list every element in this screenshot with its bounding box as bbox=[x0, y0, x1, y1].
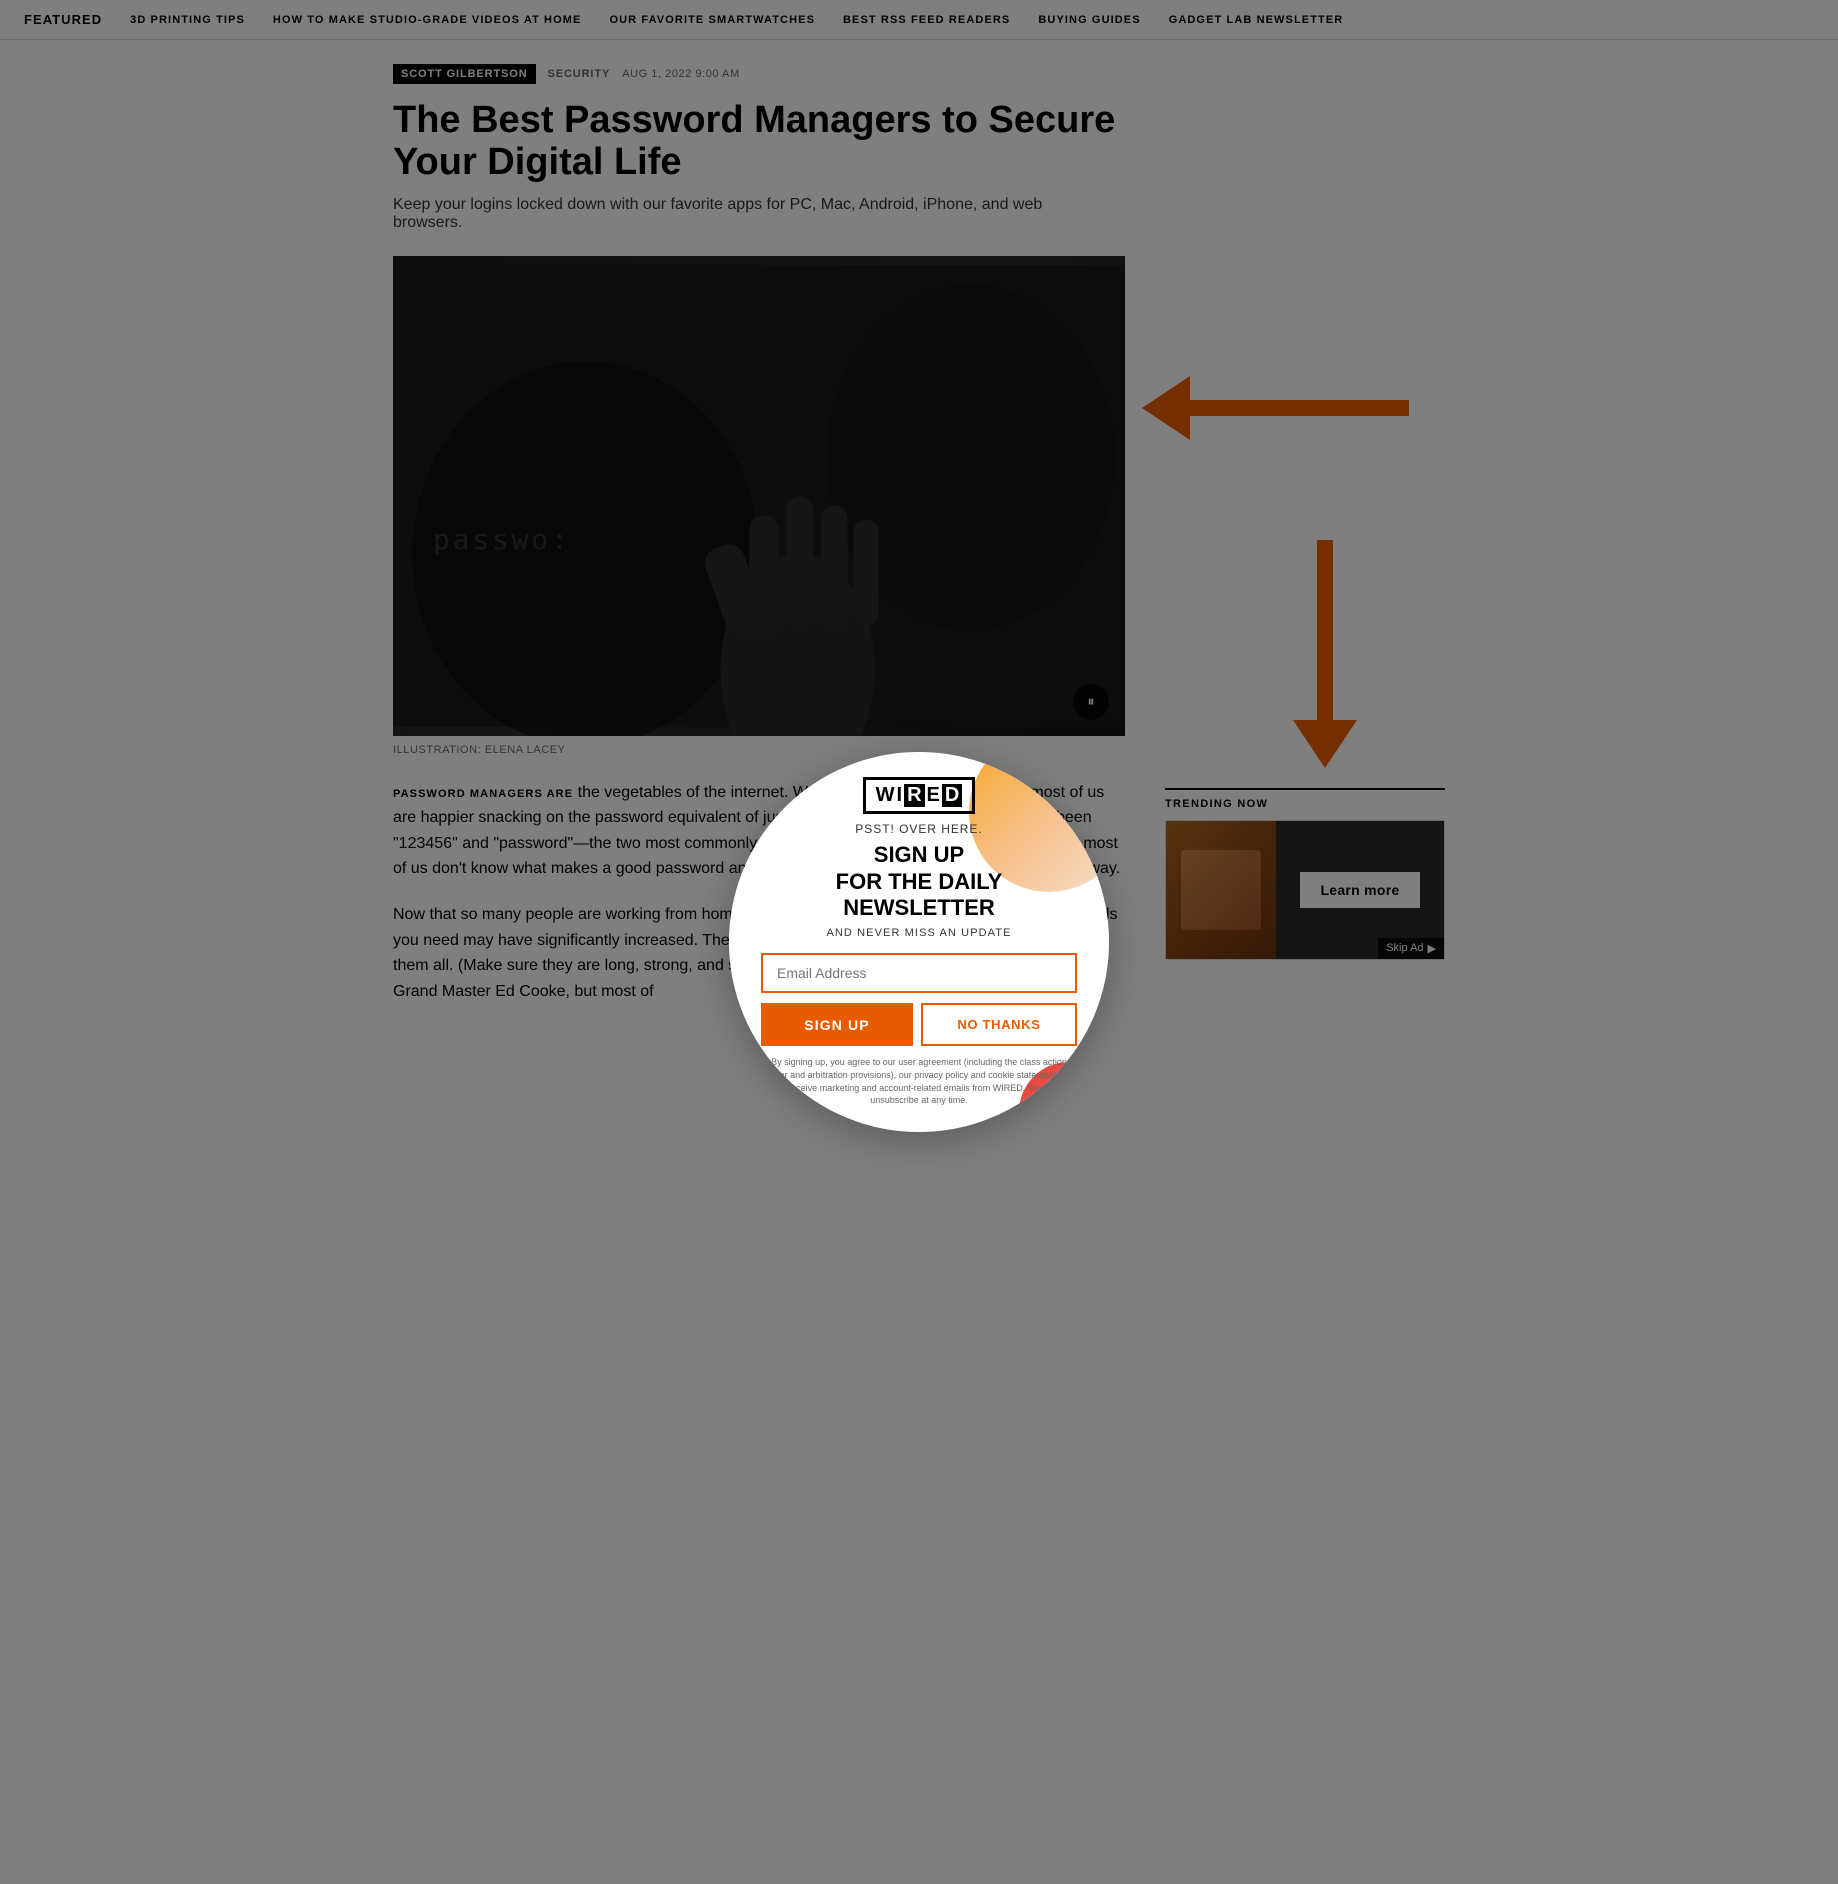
modal-fine-print: By signing up, you agree to our user agr… bbox=[761, 1056, 1077, 1106]
modal-headline-line1: SIGN UP bbox=[836, 842, 1003, 868]
wired-r: R bbox=[904, 784, 924, 807]
modal-buttons: SIGN UP NO THANKS bbox=[761, 1003, 1077, 1046]
modal-dialog: ✕ W I R E D PSST! OVER HERE. SIGN UP FOR… bbox=[729, 752, 1109, 1132]
modal-psst-text: PSST! OVER HERE. bbox=[855, 822, 982, 836]
modal-headline: SIGN UP FOR THE DAILY NEWSLETTER bbox=[836, 842, 1003, 921]
wired-logo: W I R E D bbox=[863, 777, 976, 814]
modal-headline-line3: NEWSLETTER bbox=[836, 895, 1003, 921]
modal-headline-line2: FOR THE DAILY bbox=[836, 869, 1003, 895]
wired-e: E bbox=[927, 784, 940, 807]
signup-button[interactable]: SIGN UP bbox=[761, 1003, 913, 1046]
wired-i: I bbox=[897, 784, 903, 807]
modal-overlay[interactable]: ✕ W I R E D PSST! OVER HERE. SIGN UP FOR… bbox=[0, 0, 1838, 1884]
email-input[interactable] bbox=[761, 953, 1077, 993]
no-thanks-button[interactable]: NO THANKS bbox=[921, 1003, 1077, 1046]
modal-subline: AND NEVER MISS AN UPDATE bbox=[826, 927, 1011, 939]
wired-w: W bbox=[876, 784, 895, 807]
wired-d: D bbox=[942, 784, 962, 807]
modal-content: W I R E D PSST! OVER HERE. SIGN UP FOR T… bbox=[761, 777, 1077, 1107]
